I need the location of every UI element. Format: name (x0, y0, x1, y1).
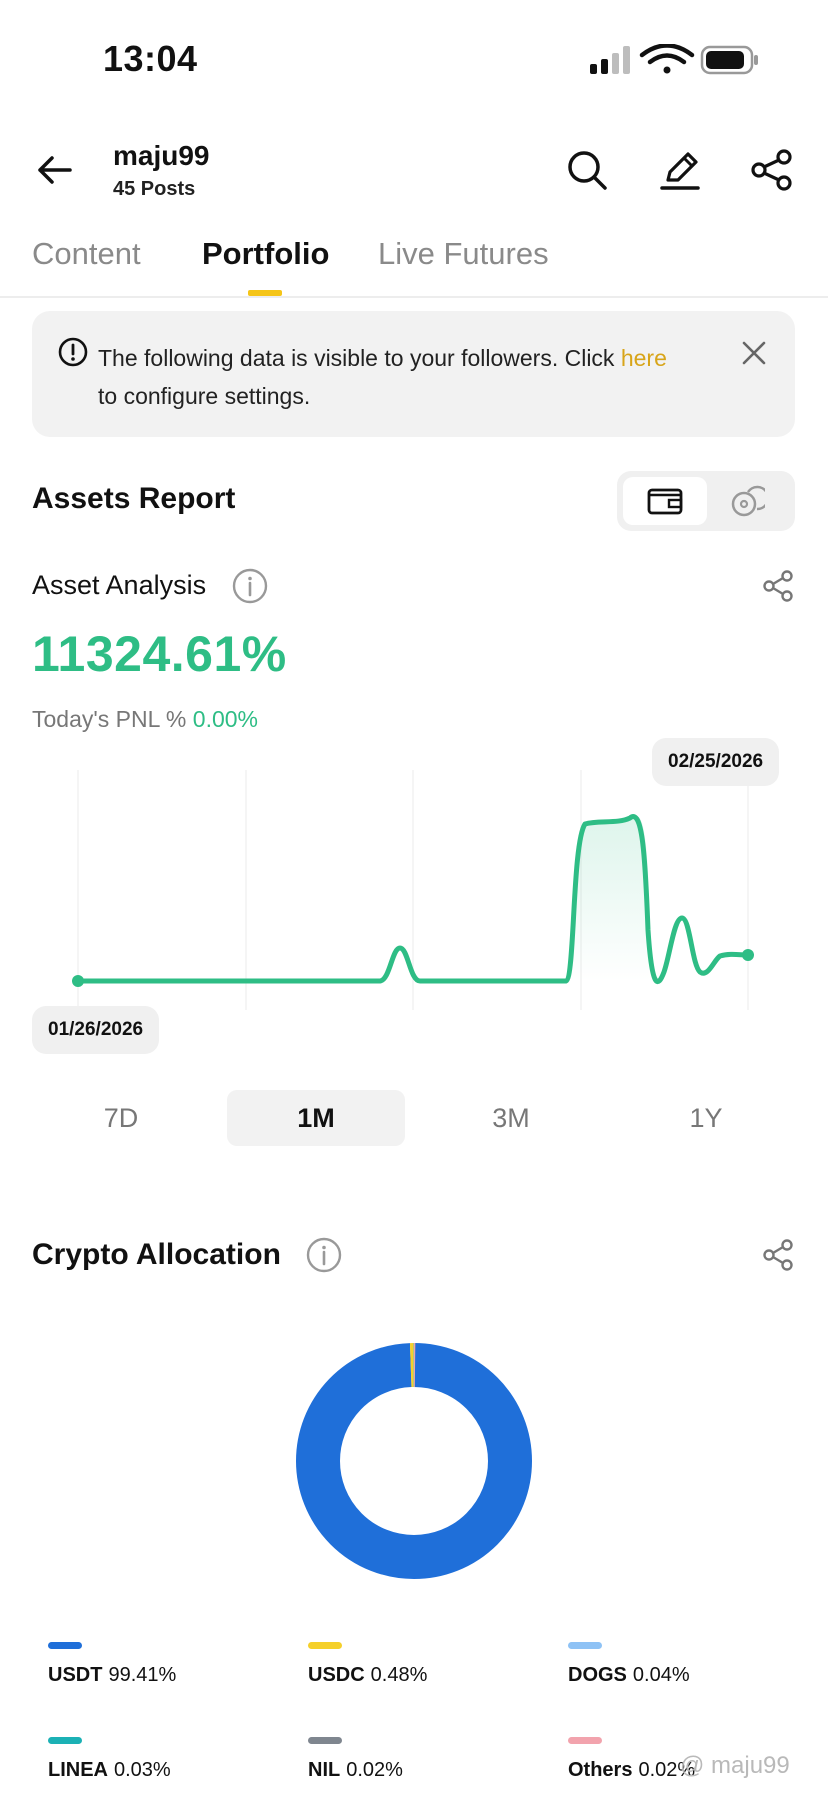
assets-view-toggle[interactable] (617, 471, 795, 531)
legend-asset-name: USDC (308, 1664, 365, 1686)
search-icon[interactable] (565, 148, 609, 192)
battery-icon (700, 45, 758, 75)
legend-label: LINEA 0.03% (48, 1759, 171, 1782)
legend-item-usdc: USDC 0.48% (308, 1642, 548, 1702)
tab-divider (0, 296, 828, 298)
profile-username: maju99 (113, 140, 210, 171)
legend-label: USDT 99.41% (48, 1664, 176, 1687)
asset-analysis-title: Asset Analysis (32, 570, 207, 600)
range-1m-button[interactable]: 1M (227, 1090, 405, 1146)
share-icon[interactable] (762, 570, 794, 602)
legend-item-dogs: DOGS 0.04% (568, 1642, 808, 1702)
share-icon[interactable] (750, 148, 794, 192)
legend-color-swatch (48, 1642, 82, 1649)
legend-label: USDC 0.48% (308, 1664, 427, 1687)
legend-item-linea: LINEA 0.03% (48, 1737, 288, 1796)
tab-live-futures[interactable]: Live Futures (378, 236, 549, 272)
legend-asset-name: Others (568, 1759, 633, 1781)
notice-text-before: The following data is visible to your fo… (98, 345, 621, 371)
legend-asset-percent: 0.04% (632, 1664, 690, 1686)
wallet-icon[interactable] (647, 486, 683, 516)
status-time: 13:04 (103, 38, 198, 79)
cellular-signal-icon (590, 46, 630, 74)
notice-text: The following data is visible to your fo… (98, 339, 728, 415)
wifi-icon (639, 44, 695, 74)
chart-end-date-tag: 02/25/2026 (652, 738, 780, 786)
close-icon[interactable] (740, 339, 768, 367)
edit-pencil-icon[interactable] (658, 148, 702, 192)
legend-color-swatch (308, 1737, 342, 1744)
profile-post-count: 45 Posts (113, 178, 196, 200)
chart-end-point (742, 949, 754, 961)
info-icon[interactable] (231, 567, 269, 605)
legend-asset-name: LINEA (48, 1759, 108, 1781)
legend-asset-name: USDT (48, 1664, 103, 1686)
tab-content[interactable]: Content (32, 236, 141, 272)
todays-pnl: Today's PNL % 0.00% (32, 706, 258, 733)
asset-analysis-total: 11324.61% (32, 626, 287, 682)
legend-color-swatch (48, 1737, 82, 1744)
legend-color-swatch (308, 1642, 342, 1649)
legend-item-usdt: USDT 99.41% (48, 1642, 288, 1702)
watermark: @ maju99 (680, 1752, 790, 1779)
visibility-notice: The following data is visible to your fo… (32, 311, 795, 437)
range-3m-button[interactable]: 3M (422, 1090, 600, 1146)
legend-label: Others 0.02% (568, 1759, 695, 1782)
crypto-allocation-donut-chart[interactable] (295, 1342, 533, 1580)
chart-start-date-tag: 01/26/2026 (32, 1006, 160, 1054)
legend-asset-percent: 0.48% (370, 1664, 428, 1686)
configure-settings-link[interactable]: here (621, 345, 667, 371)
pnl-value: 0.00% (192, 706, 258, 732)
legend-asset-name: DOGS (568, 1664, 627, 1686)
legend-color-swatch (568, 1737, 602, 1744)
legend-label: NIL 0.02% (308, 1759, 403, 1782)
coins-icon[interactable] (731, 485, 765, 517)
range-7d-button[interactable]: 7D (32, 1090, 210, 1146)
back-arrow-icon[interactable] (34, 150, 74, 190)
status-icons (590, 44, 758, 75)
legend-item-nil: NIL 0.02% (308, 1737, 548, 1796)
legend-asset-percent: 99.41% (108, 1664, 177, 1686)
legend-asset-name: NIL (308, 1759, 341, 1781)
donut-slice-usdt[interactable] (296, 1343, 532, 1579)
legend-asset-percent: 0.03% (114, 1759, 171, 1781)
tab-portfolio[interactable]: Portfolio (202, 236, 329, 272)
share-icon[interactable] (762, 1239, 794, 1271)
notice-text-after: to configure settings. (98, 383, 311, 409)
chart-start-point (72, 975, 84, 987)
exclamation-circle-icon (58, 337, 88, 367)
info-icon[interactable] (305, 1236, 343, 1274)
legend-label: DOGS 0.04% (568, 1664, 690, 1687)
legend-asset-percent: 0.02% (346, 1759, 403, 1781)
legend-color-swatch (568, 1642, 602, 1649)
range-1y-button[interactable]: 1Y (617, 1090, 795, 1146)
assets-report-title: Assets Report (32, 482, 236, 515)
crypto-allocation-title: Crypto Allocation (32, 1238, 281, 1271)
pnl-label: Today's PNL % (32, 706, 187, 732)
